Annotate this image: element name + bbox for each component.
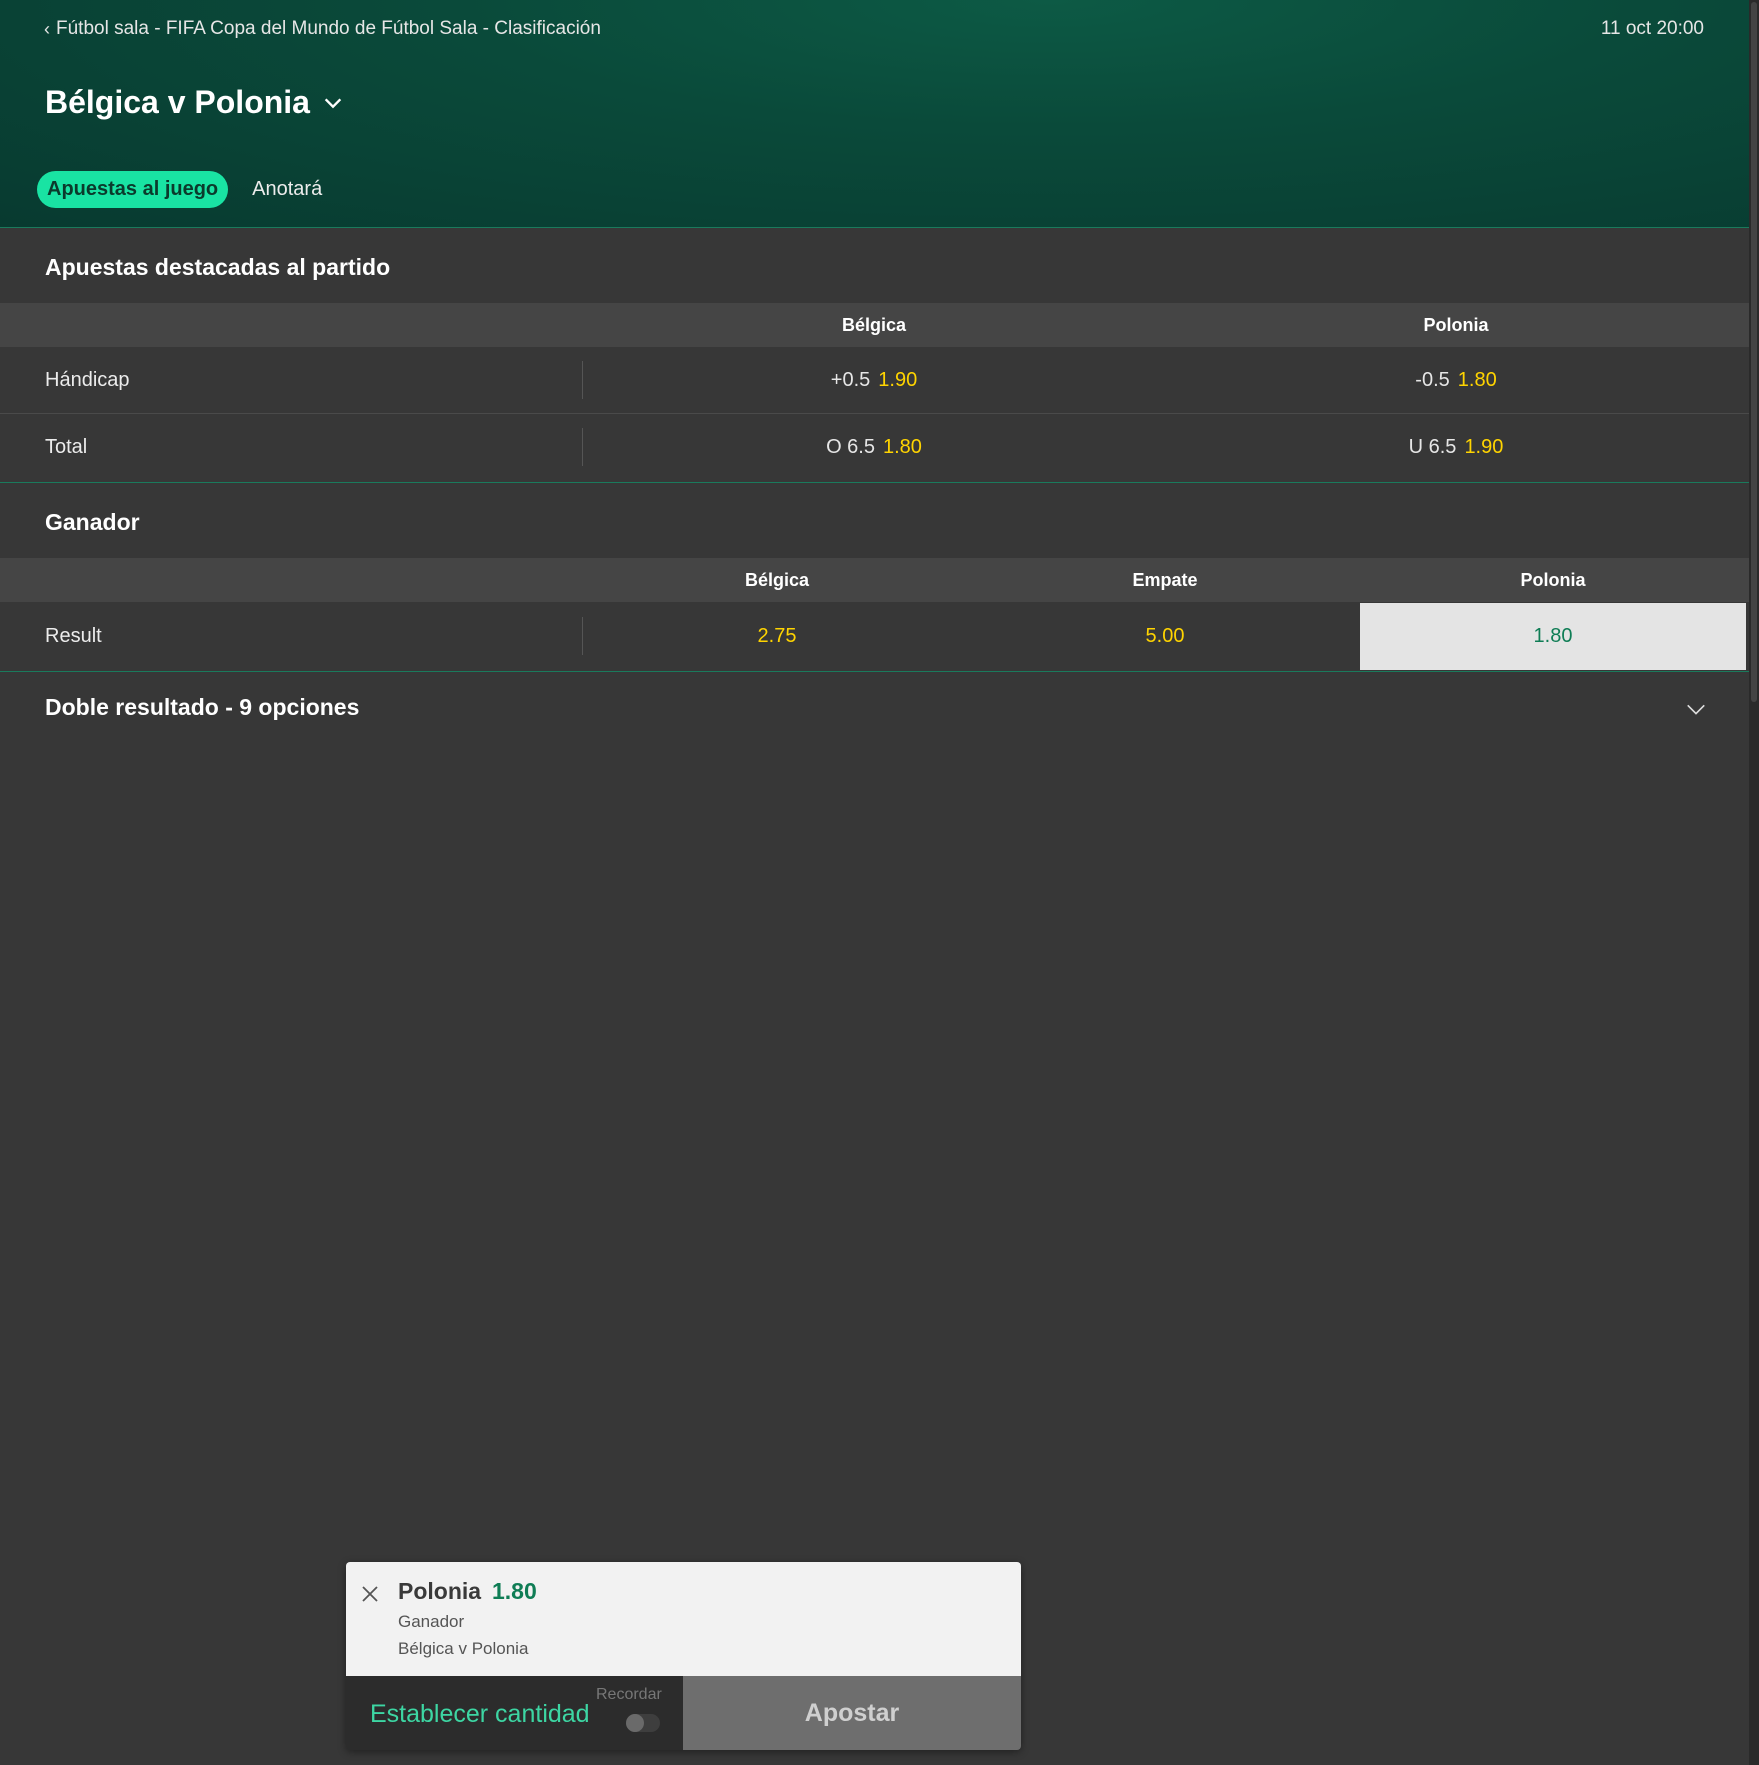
winner-section-title: Ganador <box>45 509 140 535</box>
bet-slip: Polonia 1.80 Ganador Bélgica v Polonia E… <box>346 1562 1021 1750</box>
column-header: Bélgica <box>744 570 810 590</box>
market-row-handicap: Hándicap +0.5 1.90 -0.5 1.80 <box>0 347 1749 414</box>
row-divider <box>582 617 583 655</box>
scrollbar[interactable] <box>1749 0 1759 1765</box>
breadcrumb[interactable]: ‹ Fútbol sala - FIFA Copa del Mundo de F… <box>44 18 601 40</box>
column-header: Bélgica <box>841 315 907 335</box>
match-selector[interactable]: Bélgica v Polonia <box>45 84 344 121</box>
chevron-down-icon <box>324 97 342 108</box>
event-header: ‹ Fútbol sala - FIFA Copa del Mundo de F… <box>0 0 1749 228</box>
odds-price: 5.00 <box>1145 625 1185 647</box>
odds-price: 1.80 <box>882 436 922 458</box>
toggle-knob <box>626 1714 644 1732</box>
scrollbar-thumb[interactable] <box>1751 2 1757 702</box>
odds-price: 1.80 <box>1457 369 1497 391</box>
column-header: Polonia <box>1520 570 1586 590</box>
odds-line: O 6.5 <box>826 436 875 458</box>
selection-market: Ganador <box>398 1612 465 1631</box>
selection-name: Polonia <box>398 1578 482 1604</box>
odds-price: 2.75 <box>757 625 797 647</box>
remember-toggle[interactable] <box>626 1714 660 1732</box>
remember-label: Recordar <box>596 1686 662 1703</box>
market-label: Hándicap <box>45 369 130 391</box>
double-result-section[interactable]: Doble resultado - 9 opciones <box>0 672 1749 742</box>
odds-price: 1.90 <box>1464 436 1504 458</box>
event-datetime: 11 oct 20:00 <box>1600 18 1704 39</box>
market-label: Total <box>45 436 88 458</box>
odds-button[interactable]: U 6.5 1.90 <box>1409 436 1504 459</box>
market-row-result: Result 2.75 5.00 <box>0 603 1749 669</box>
column-header: Polonia <box>1423 315 1489 335</box>
featured-section-title: Apuestas destacadas al partido <box>45 254 391 280</box>
odds-button[interactable]: O 6.5 1.80 <box>826 436 922 459</box>
bet-slip-selection: Polonia 1.80 Ganador Bélgica v Polonia <box>346 1562 1021 1676</box>
double-result-title: Doble resultado - 9 opciones <box>45 694 360 720</box>
odds-price: 1.90 <box>878 369 918 391</box>
odds-button[interactable]: 2.75 <box>758 625 797 648</box>
market-row-total: Total O 6.5 1.80 U 6.5 1.90 <box>0 414 1749 480</box>
close-icon[interactable] <box>360 1584 380 1604</box>
selection-event: Bélgica v Polonia <box>398 1639 529 1658</box>
column-header: Empate <box>1132 570 1198 590</box>
odds-line: -0.5 <box>1415 369 1450 391</box>
chevron-left-icon: ‹ <box>44 18 50 39</box>
market-tabs: Apuestas al juego Anotará <box>37 171 322 208</box>
featured-column-headers: Bélgica Polonia <box>0 303 1749 347</box>
stake-area: Establecer cantidad Recordar <box>346 1676 683 1750</box>
odds-button[interactable]: +0.5 1.90 <box>831 369 917 392</box>
odds-button[interactable]: -0.5 1.80 <box>1415 369 1496 392</box>
tab-apuestas-al-juego[interactable]: Apuestas al juego <box>37 171 229 208</box>
odds-line: U 6.5 <box>1408 436 1457 458</box>
market-label: Result <box>45 625 102 647</box>
odds-line: +0.5 <box>830 369 871 391</box>
stake-input[interactable]: Establecer cantidad <box>370 1700 590 1729</box>
place-bet-button[interactable]: Apostar <box>683 1676 1021 1750</box>
row-divider <box>582 361 583 399</box>
row-divider <box>582 428 583 466</box>
chevron-down-icon <box>1687 704 1705 715</box>
winner-column-headers: Bélgica Empate Polonia <box>0 558 1749 602</box>
odds-button[interactable]: 5.00 <box>1146 625 1185 648</box>
tab-anotara[interactable]: Anotará <box>252 171 322 208</box>
breadcrumb-text[interactable]: Fútbol sala - FIFA Copa del Mundo de Fút… <box>56 18 601 40</box>
match-title: Bélgica v Polonia <box>45 84 310 120</box>
selection-odd: 1.80 <box>492 1578 537 1604</box>
section-divider <box>0 482 1749 483</box>
